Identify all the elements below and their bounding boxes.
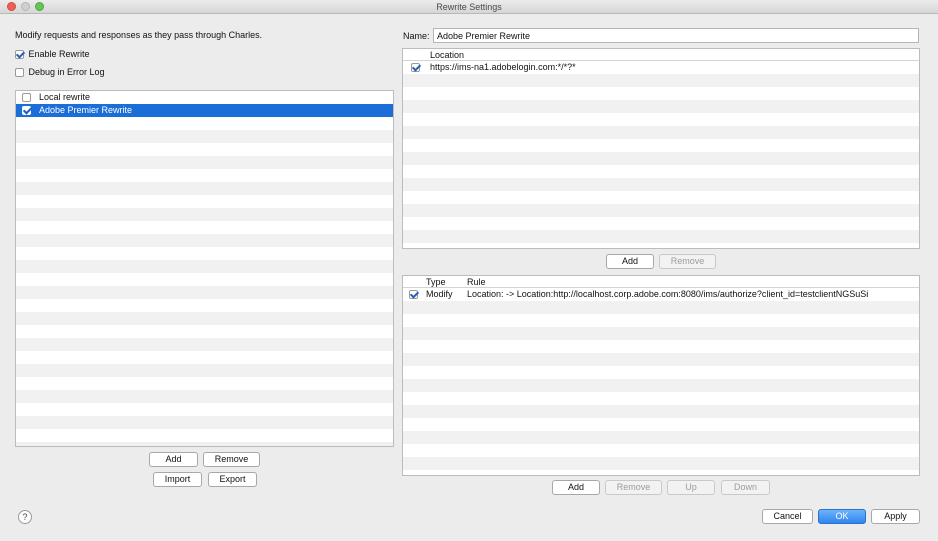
- location-column-header[interactable]: Location: [430, 49, 464, 61]
- move-down-button[interactable]: Down: [721, 480, 770, 495]
- rule-column-header[interactable]: Rule: [467, 276, 486, 288]
- set-label: Adobe Premier Rewrite: [39, 105, 133, 115]
- rule-checkbox[interactable]: [409, 290, 418, 300]
- locations-body: https://ims-na1.adobelogin.com:*/*?*: [403, 61, 919, 248]
- set-checkbox[interactable]: [22, 106, 31, 116]
- rules-table[interactable]: Type Rule Modify Location: -> Location:h…: [402, 275, 920, 476]
- table-row[interactable]: https://ims-na1.adobelogin.com:*/*?*: [403, 61, 919, 74]
- enable-rewrite-option[interactable]: Enable Rewrite: [15, 49, 90, 60]
- remove-location-button[interactable]: Remove: [659, 254, 716, 269]
- move-up-button[interactable]: Up: [667, 480, 715, 495]
- enable-rewrite-checkbox[interactable]: [15, 50, 24, 60]
- window-title: Rewrite Settings: [436, 2, 502, 12]
- help-button[interactable]: ?: [18, 510, 32, 524]
- rules-header: Type Rule: [403, 276, 919, 288]
- locations-header: Location: [403, 49, 919, 61]
- debug-log-checkbox[interactable]: [15, 68, 24, 78]
- import-button[interactable]: Import: [153, 472, 202, 487]
- rules-body: Modify Location: -> Location:http://loca…: [403, 288, 919, 475]
- remove-rule-button[interactable]: Remove: [605, 480, 662, 495]
- name-label: Name:: [403, 31, 430, 41]
- remove-set-button[interactable]: Remove: [203, 452, 260, 467]
- debug-log-option[interactable]: Debug in Error Log: [15, 67, 105, 78]
- rule-type: Modify: [426, 289, 453, 299]
- add-location-button[interactable]: Add: [606, 254, 654, 269]
- add-set-button[interactable]: Add: [149, 452, 198, 467]
- apply-button[interactable]: Apply: [871, 509, 920, 524]
- set-label: Local rewrite: [39, 92, 91, 102]
- locations-table[interactable]: Location https://ims-na1.adobelogin.com:…: [402, 48, 920, 249]
- name-input[interactable]: [433, 28, 919, 43]
- title-bar: Rewrite Settings: [0, 0, 938, 14]
- description-text: Modify requests and responses as they pa…: [15, 30, 263, 40]
- enable-rewrite-label: Enable Rewrite: [28, 49, 90, 59]
- location-checkbox[interactable]: [411, 63, 420, 73]
- debug-log-label: Debug in Error Log: [28, 67, 105, 77]
- ok-button[interactable]: OK: [818, 509, 866, 524]
- table-row[interactable]: Modify Location: -> Location:http://loca…: [403, 288, 919, 301]
- type-column-header[interactable]: Type: [426, 276, 446, 288]
- location-value: https://ims-na1.adobelogin.com:*/*?*: [430, 62, 576, 72]
- rule-value: Location: -> Location:http://localhost.c…: [467, 289, 869, 299]
- list-item[interactable]: Local rewrite: [16, 91, 393, 104]
- set-checkbox[interactable]: [22, 93, 31, 103]
- add-rule-button[interactable]: Add: [552, 480, 600, 495]
- cancel-button[interactable]: Cancel: [762, 509, 813, 524]
- list-item[interactable]: Adobe Premier Rewrite: [16, 104, 393, 117]
- rewrite-sets-list[interactable]: Local rewrite Adobe Premier Rewrite: [15, 90, 394, 447]
- export-button[interactable]: Export: [208, 472, 257, 487]
